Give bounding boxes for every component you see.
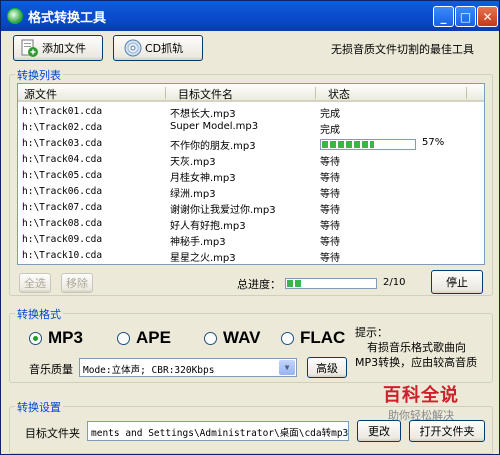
minimize-button[interactable]: _ [433,6,454,27]
row-progress-bar [320,139,416,150]
format-option-label: MP3 [48,328,83,347]
format-option-label: FLAC [300,328,346,347]
quality-value: Mode:立体声; CBR:320Kbps [83,365,215,376]
row-progress-fill [322,141,374,148]
radio-dot [281,331,294,345]
remove-button[interactable]: 移除 [61,273,93,293]
target-file: 月桂女神.mp3 [170,173,236,184]
radio-dot [117,331,130,345]
list-header: 源文件 目标文件名 状态 [18,84,484,102]
cd-icon [124,39,142,57]
list-item[interactable]: h:\Track06.cda 绿洲.mp3 等待 [18,184,484,200]
status-text: 等待 [320,173,340,184]
select-all-button[interactable]: 全选 [19,273,51,293]
column-header-target[interactable]: 目标文件名 [178,86,233,102]
convert-list[interactable]: 源文件 目标文件名 状态 h:\Track01.cda 不想长大.mp3 完成 … [17,83,485,265]
target-file: 天灰.mp3 [170,157,216,168]
list-item[interactable]: h:\Track08.cda 好人有好抱.mp3 等待 [18,216,484,232]
source-file: h:\Track08.cda [22,218,103,229]
app-icon [7,8,23,24]
column-separator[interactable] [466,87,467,99]
cd-rip-button[interactable]: CD抓轨 [113,35,203,61]
column-separator[interactable] [315,87,316,99]
source-file: h:\Track03.cda [22,138,103,149]
settings-group-label: 转换设置 [15,399,63,415]
convert-list-label: 转换列表 [15,67,63,83]
target-file: 不想长大.mp3 [170,109,236,120]
source-file: h:\Track09.cda [22,234,103,245]
slogan-text: 无损音质文件切割的最佳工具 [331,43,474,56]
quality-label: 音乐质量 [29,363,73,376]
target-folder-label: 目标文件夹 [25,427,80,440]
total-progress-fill [287,280,303,287]
add-file-button[interactable]: 添加文件 [13,35,103,61]
target-file: 不作你的朋友.mp3 [170,141,256,152]
maximize-button[interactable]: □ [455,6,476,27]
column-header-source[interactable]: 源文件 [24,86,57,102]
watermark-title: 百科全说 [383,385,459,406]
hint-text: 有损音乐格式歌曲向MP3转换，应由较高音质向较低音质转换 [355,341,478,369]
title-bar[interactable]: 格式转换工具 _ □ ✕ [1,1,499,31]
format-option-ape[interactable]: APE [117,328,171,348]
radio-dot [29,331,42,345]
column-header-status[interactable]: 状态 [328,86,350,102]
advanced-button[interactable]: 高级 [307,357,347,378]
format-option-wav[interactable]: WAV [204,328,260,348]
cd-rip-label: CD抓轨 [145,42,184,55]
status-text: 等待 [320,237,340,248]
list-item[interactable]: h:\Track10.cda 星星之火.mp3 等待 [18,248,484,264]
source-file: h:\Track04.cda [22,154,103,165]
close-button[interactable]: ✕ [477,6,498,27]
format-option-flac[interactable]: FLAC [281,328,345,348]
target-file: 绿洲.mp3 [170,189,216,200]
source-file: h:\Track05.cda [22,170,103,181]
source-file: h:\Track02.cda [22,122,103,133]
status-text: 等待 [320,189,340,200]
total-progress-bar [285,278,377,289]
column-separator[interactable] [165,87,166,99]
source-file: h:\Track10.cda [22,250,103,261]
watermark: 百科全说 助你轻松解决 [361,381,481,429]
add-file-label: 添加文件 [42,42,86,55]
list-item[interactable]: h:\Track02.cda Super Model.mp3 完成 [18,120,484,136]
total-progress-text: 2/10 [383,277,406,288]
list-item[interactable]: h:\Track04.cda 天灰.mp3 等待 [18,152,484,168]
chevron-down-icon[interactable]: ▼ [279,360,295,375]
target-folder-input[interactable]: ments and Settings\Administrator\桌面\cda转… [87,421,349,441]
status-text: 完成 [320,109,340,120]
status-text: 等待 [320,221,340,232]
add-file-icon [21,39,38,57]
list-item[interactable]: h:\Track09.cda 神秘手.mp3 等待 [18,232,484,248]
window-title: 格式转换工具 [28,11,107,26]
source-file: h:\Track07.cda [22,202,103,213]
hint-box: 提示： 有损音乐格式歌曲向MP3转换，应由较高音质向较低音质转换 [355,325,485,371]
format-group-label: 转换格式 [15,306,63,322]
target-file: Super Model.mp3 [170,121,259,132]
status-text: 等待 [320,205,340,216]
stop-button[interactable]: 停止 [431,270,483,294]
target-file: 神秘手.mp3 [170,237,226,248]
list-item[interactable]: h:\Track03.cda 不作你的朋友.mp3 57% [18,136,484,152]
target-file: 好人有好抱.mp3 [170,221,246,232]
status-text: 等待 [320,157,340,168]
format-option-label: WAV [223,328,261,347]
watermark-subtitle: 助你轻松解决 [388,409,454,422]
status-text: 完成 [320,125,340,136]
row-progress-label: 57% [422,137,445,148]
status-text: 等待 [320,253,340,264]
list-item[interactable]: h:\Track07.cda 谢谢你让我爱过你.mp3 等待 [18,200,484,216]
format-option-mp3[interactable]: MP3 [29,328,83,348]
target-file: 谢谢你让我爱过你.mp3 [170,205,276,216]
source-file: h:\Track06.cda [22,186,103,197]
format-option-label: APE [136,328,171,347]
radio-dot [204,331,217,345]
main-window: 格式转换工具 _ □ ✕ 添加文件 CD抓轨 无损音质文件切割的最佳工具 转换列… [0,0,500,455]
list-item[interactable]: h:\Track05.cda 月桂女神.mp3 等待 [18,168,484,184]
hint-title: 提示： [355,326,388,339]
total-progress-label: 总进度： [237,278,281,291]
source-file: h:\Track01.cda [22,106,103,117]
quality-select[interactable]: Mode:立体声; CBR:320Kbps ▼ [79,358,297,377]
list-item[interactable]: h:\Track01.cda 不想长大.mp3 完成 [18,104,484,120]
target-file: 星星之火.mp3 [170,253,236,264]
